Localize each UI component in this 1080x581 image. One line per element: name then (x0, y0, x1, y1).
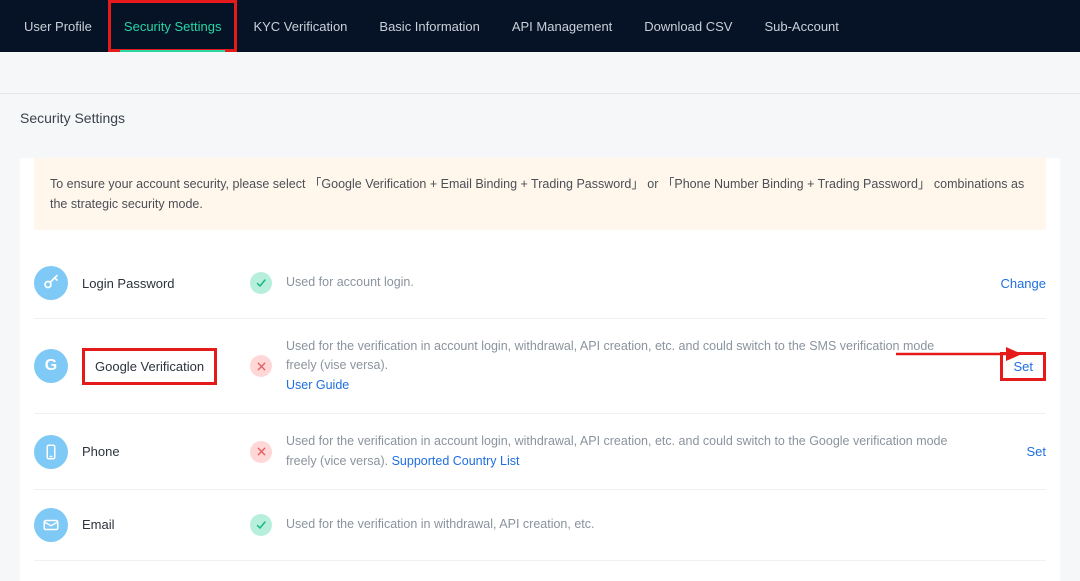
row-desc-text: Used for the verification in account log… (286, 339, 934, 372)
security-notice: To ensure your account security, please … (34, 158, 1046, 230)
action-cell: Change (964, 276, 1046, 291)
icon-cell: G (34, 349, 82, 383)
phone-icon (34, 435, 68, 469)
tab-kyc-verification[interactable]: KYC Verification (237, 0, 363, 52)
tab-security-settings[interactable]: Security Settings (108, 0, 238, 52)
settings-panel: To ensure your account security, please … (20, 158, 1060, 581)
set-link[interactable]: Set (1000, 352, 1046, 381)
row-name: Login Password (82, 276, 244, 291)
status-cell (244, 441, 278, 463)
status-cell (244, 514, 278, 536)
row-login-password: Login Password Used for account login. C… (34, 248, 1046, 319)
status-bad-icon (250, 441, 272, 463)
row-description: Used for the verification in account log… (278, 432, 964, 471)
page-title: Security Settings (0, 94, 1080, 142)
row-name: Phone (82, 444, 244, 459)
icon-cell (34, 508, 82, 542)
row-description: Used for the verification in withdrawal,… (278, 515, 964, 534)
header-gap (0, 52, 1080, 94)
status-cell (244, 272, 278, 294)
set-link[interactable]: Set (1026, 444, 1046, 459)
status-cell (244, 355, 278, 377)
tab-api-management[interactable]: API Management (496, 0, 628, 52)
row-google-verification: G Google Verification Used for the verif… (34, 319, 1046, 414)
tab-basic-information[interactable]: Basic Information (363, 0, 495, 52)
row-desc-text: Used for the verification in account log… (286, 434, 947, 467)
tab-download-csv[interactable]: Download CSV (628, 0, 748, 52)
status-bad-icon (250, 355, 272, 377)
row-description: Used for account login. (278, 273, 964, 292)
icon-cell (34, 435, 82, 469)
tab-user-profile[interactable]: User Profile (8, 0, 108, 52)
row-description: Used for the verification in account log… (278, 337, 964, 395)
action-cell: Set (964, 444, 1046, 459)
change-link[interactable]: Change (1000, 276, 1046, 291)
icon-cell (34, 266, 82, 300)
email-icon (34, 508, 68, 542)
user-guide-link[interactable]: User Guide (286, 378, 349, 392)
status-ok-icon (250, 514, 272, 536)
row-name-label: Google Verification (82, 348, 217, 385)
status-ok-icon (250, 272, 272, 294)
settings-rows: Login Password Used for account login. C… (20, 248, 1060, 561)
row-email: Email Used for the verification in withd… (34, 490, 1046, 561)
row-name: Email (82, 517, 244, 532)
action-cell: Set (964, 352, 1046, 381)
row-phone: Phone Used for the verification in accou… (34, 414, 1046, 490)
row-name: Google Verification (82, 348, 244, 385)
tab-sub-account[interactable]: Sub-Account (748, 0, 854, 52)
key-icon (34, 266, 68, 300)
supported-country-list-link[interactable]: Supported Country List (392, 454, 520, 468)
google-icon: G (34, 349, 68, 383)
top-tabs: User Profile Security Settings KYC Verif… (0, 0, 1080, 52)
